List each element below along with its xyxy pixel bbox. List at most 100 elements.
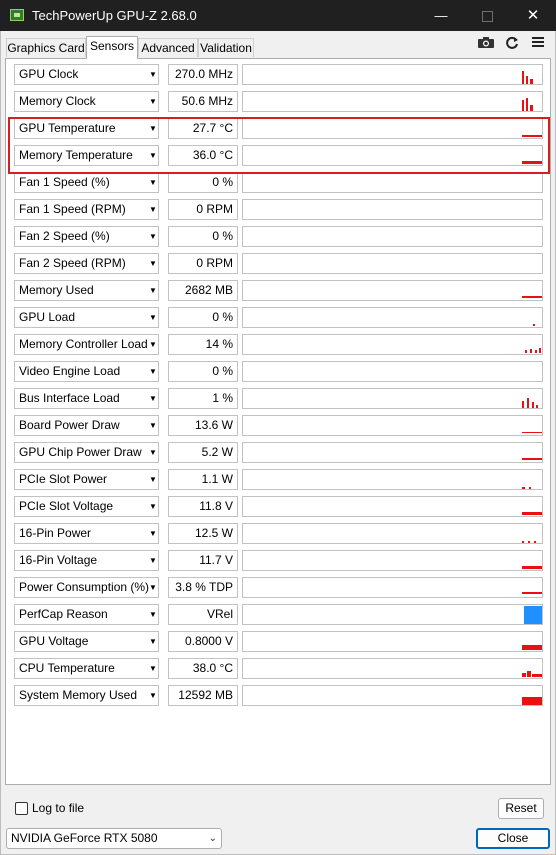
sensor-graph (242, 631, 543, 652)
dropdown-arrow-icon[interactable]: ▼ (146, 361, 160, 382)
maximize-icon (481, 11, 493, 22)
sensor-value: 0 % (168, 307, 238, 328)
sensor-name-dropdown[interactable]: PerfCap Reason (14, 604, 159, 625)
sensor-name-label: GPU Chip Power Draw (19, 445, 142, 459)
refresh-icon[interactable] (502, 36, 522, 50)
dropdown-arrow-icon[interactable]: ▼ (146, 388, 160, 409)
gpu-select-dropdown[interactable]: NVIDIA GeForce RTX 5080 ⌄ (6, 828, 222, 849)
sensor-name-dropdown[interactable]: GPU Load (14, 307, 159, 328)
tab-graphics-card[interactable]: Graphics Card (6, 38, 86, 57)
sensor-row: GPU Clock ▼ 270.0 MHz (14, 64, 543, 85)
sensor-row: Fan 1 Speed (RPM) ▼ 0 RPM (14, 199, 543, 220)
dropdown-arrow-icon[interactable]: ▼ (146, 91, 160, 112)
sensor-graph (242, 523, 543, 544)
sensor-graph (242, 685, 543, 706)
sensor-name-dropdown[interactable]: Bus Interface Load (14, 388, 159, 409)
sensor-value: 11.7 V (168, 550, 238, 571)
dropdown-arrow-icon[interactable]: ▼ (146, 577, 160, 598)
dropdown-arrow-icon[interactable]: ▼ (146, 415, 160, 436)
sensor-graph (242, 253, 543, 274)
graph-trace (522, 697, 542, 705)
window-close-button[interactable]: ✕ (510, 0, 556, 31)
sensor-value: 0.8000 V (168, 631, 238, 652)
sensor-name-label: Memory Used (19, 283, 94, 297)
sensor-graph (242, 469, 543, 490)
dropdown-arrow-icon[interactable]: ▼ (146, 658, 160, 679)
dropdown-arrow-icon[interactable]: ▼ (146, 199, 160, 220)
sensor-name-dropdown[interactable]: Fan 1 Speed (%) (14, 172, 159, 193)
menu-icon[interactable] (528, 36, 548, 50)
graph-trace (528, 541, 530, 543)
dropdown-arrow-icon[interactable]: ▼ (146, 442, 160, 463)
graph-trace (522, 71, 524, 84)
tab-sensors[interactable]: Sensors (86, 36, 138, 59)
maximize-button[interactable] (464, 0, 510, 31)
dropdown-arrow-icon[interactable]: ▼ (146, 334, 160, 355)
close-button[interactable]: Close (476, 828, 550, 849)
sensor-name-dropdown[interactable]: 16-Pin Voltage (14, 550, 159, 571)
sensor-graph (242, 64, 543, 85)
dropdown-arrow-icon[interactable]: ▼ (146, 550, 160, 571)
sensor-name-dropdown[interactable]: Memory Controller Load (14, 334, 159, 355)
sensor-name-dropdown[interactable]: Memory Clock (14, 91, 159, 112)
sensor-row: Fan 2 Speed (RPM) ▼ 0 RPM (14, 253, 543, 274)
dropdown-arrow-icon[interactable]: ▼ (146, 469, 160, 490)
sensor-name-dropdown[interactable]: 16-Pin Power (14, 523, 159, 544)
tab-validation[interactable]: Validation (198, 38, 254, 57)
sensor-graph (242, 658, 543, 679)
reset-button[interactable]: Reset (498, 798, 544, 819)
sensor-name-dropdown[interactable]: Power Consumption (%) (14, 577, 159, 598)
dropdown-arrow-icon[interactable]: ▼ (146, 172, 160, 193)
sensor-name-dropdown[interactable]: Fan 2 Speed (RPM) (14, 253, 159, 274)
dropdown-arrow-icon[interactable]: ▼ (146, 280, 160, 301)
tab-advanced[interactable]: Advanced (138, 38, 198, 57)
dropdown-arrow-icon[interactable]: ▼ (146, 685, 160, 706)
graph-trace (526, 98, 528, 111)
sensor-name-label: 16-Pin Voltage (19, 553, 98, 567)
graph-trace (529, 487, 531, 489)
sensor-graph (242, 334, 543, 355)
dropdown-arrow-icon[interactable]: ▼ (146, 253, 160, 274)
sensor-name-dropdown[interactable]: Memory Used (14, 280, 159, 301)
sensor-graph (242, 415, 543, 436)
graph-trace (522, 645, 542, 650)
sensor-row: PerfCap Reason ▼ VRel (14, 604, 543, 625)
minimize-button[interactable]: — (418, 0, 464, 31)
sensor-name-dropdown[interactable]: GPU Voltage (14, 631, 159, 652)
sensor-name-label: PCIe Slot Voltage (19, 499, 114, 513)
dropdown-arrow-icon[interactable]: ▼ (146, 496, 160, 517)
sensor-name-dropdown[interactable]: System Memory Used (14, 685, 159, 706)
sensor-name-dropdown[interactable]: PCIe Slot Voltage (14, 496, 159, 517)
dropdown-arrow-icon[interactable]: ▼ (146, 604, 160, 625)
sensor-row: PCIe Slot Power ▼ 1.1 W (14, 469, 543, 490)
graph-trace (522, 100, 524, 111)
sensor-value: 12.5 W (168, 523, 238, 544)
sensor-row: 16-Pin Voltage ▼ 11.7 V (14, 550, 543, 571)
sensor-row: System Memory Used ▼ 12592 MB (14, 685, 543, 706)
sensor-name-label: Fan 1 Speed (%) (19, 175, 110, 189)
dropdown-arrow-icon[interactable]: ▼ (146, 631, 160, 652)
graph-trace (532, 402, 534, 408)
sensor-value: 50.6 MHz (168, 91, 238, 112)
sensor-graph (242, 577, 543, 598)
sensor-name-label: 16-Pin Power (19, 526, 92, 540)
sensor-name-dropdown[interactable]: CPU Temperature (14, 658, 159, 679)
sensor-graph (242, 361, 543, 382)
sensor-graph (242, 172, 543, 193)
graph-trace (525, 350, 527, 353)
sensor-name-dropdown[interactable]: GPU Clock (14, 64, 159, 85)
window-title: TechPowerUp GPU-Z 2.68.0 (32, 8, 197, 23)
dropdown-arrow-icon[interactable]: ▼ (146, 226, 160, 247)
sensor-name-dropdown[interactable]: PCIe Slot Power (14, 469, 159, 490)
dropdown-arrow-icon[interactable]: ▼ (146, 523, 160, 544)
sensor-name-dropdown[interactable]: Fan 1 Speed (RPM) (14, 199, 159, 220)
sensor-name-dropdown[interactable]: GPU Chip Power Draw (14, 442, 159, 463)
sensor-name-dropdown[interactable]: Board Power Draw (14, 415, 159, 436)
dropdown-arrow-icon[interactable]: ▼ (146, 307, 160, 328)
log-to-file-checkbox[interactable] (15, 802, 28, 815)
sensor-name-label: GPU Clock (19, 67, 79, 81)
sensor-name-dropdown[interactable]: Fan 2 Speed (%) (14, 226, 159, 247)
camera-icon[interactable] (476, 36, 496, 50)
dropdown-arrow-icon[interactable]: ▼ (146, 64, 160, 85)
sensor-name-dropdown[interactable]: Video Engine Load (14, 361, 159, 382)
